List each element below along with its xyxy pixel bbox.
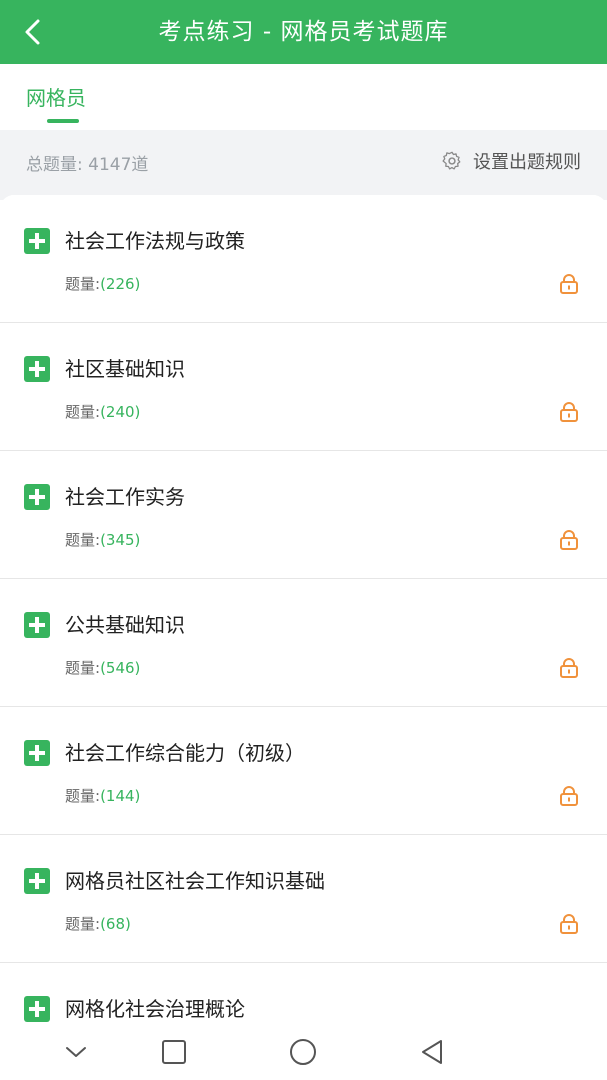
count-label: 题量: <box>65 531 101 549</box>
item-title: 网格化社会治理概论 <box>65 997 245 1021</box>
list-item[interactable]: 网格员社区社会工作知识基础 题量:(68) <box>0 835 607 963</box>
gear-icon <box>442 151 461 170</box>
plus-icon[interactable] <box>24 996 50 1022</box>
item-count: 题量:(345) <box>65 529 140 550</box>
summary-bar: 总题量: 4147道 设置出题规则 <box>0 130 607 200</box>
item-title: 公共基础知识 <box>65 613 185 637</box>
plus-icon[interactable] <box>24 740 50 766</box>
total-label: 总题量: <box>26 155 83 175</box>
plus-icon[interactable] <box>24 612 50 638</box>
count-value: (240) <box>100 403 141 421</box>
lock-icon[interactable] <box>558 529 580 551</box>
count-value: (226) <box>100 275 141 293</box>
item-title: 社区基础知识 <box>65 357 185 381</box>
app-header: 考点练习 - 网格员考试题库 <box>0 0 607 64</box>
page-title: 考点练习 - 网格员考试题库 <box>158 19 449 45</box>
tab-bar: 网格员 <box>0 64 607 168</box>
total-count: 总题量: 4147道 <box>26 150 148 175</box>
item-count: 题量:(226) <box>65 273 140 294</box>
lock-icon[interactable] <box>558 273 580 295</box>
item-count: 题量:(144) <box>65 785 140 806</box>
item-title: 社会工作实务 <box>65 485 185 509</box>
home-icon[interactable] <box>288 1037 318 1067</box>
count-label: 题量: <box>65 275 101 293</box>
lock-icon[interactable] <box>558 913 580 935</box>
tab-gridman[interactable]: 网格员 <box>26 82 86 111</box>
back-triangle-icon[interactable] <box>417 1037 447 1067</box>
lock-icon[interactable] <box>558 657 580 679</box>
plus-icon[interactable] <box>24 356 50 382</box>
count-value: (345) <box>100 531 141 549</box>
count-label: 题量: <box>65 403 101 421</box>
system-navigation-bar <box>0 1025 607 1080</box>
plus-icon[interactable] <box>24 484 50 510</box>
count-value: (68) <box>100 915 131 933</box>
count-value: (546) <box>100 659 141 677</box>
item-count: 题量:(240) <box>65 401 140 422</box>
item-count: 题量:(68) <box>65 913 131 934</box>
count-label: 题量: <box>65 659 101 677</box>
item-title: 社会工作法规与政策 <box>65 229 245 253</box>
recent-apps-icon[interactable] <box>159 1037 189 1067</box>
plus-icon[interactable] <box>24 868 50 894</box>
list-item[interactable]: 社会工作综合能力（初级） 题量:(144) <box>0 707 607 835</box>
lock-icon[interactable] <box>558 785 580 807</box>
total-value: 4147道 <box>88 155 149 175</box>
set-rules-label: 设置出题规则 <box>473 152 581 173</box>
list-item[interactable]: 公共基础知识 题量:(546) <box>0 579 607 707</box>
list-item[interactable]: 社区基础知识 题量:(240) <box>0 323 607 451</box>
item-count: 题量:(546) <box>65 657 140 678</box>
count-label: 题量: <box>65 915 101 933</box>
count-value: (144) <box>100 787 141 805</box>
set-rules-button[interactable]: 设置出题规则 <box>441 148 581 174</box>
chapter-list: 社会工作法规与政策 题量:(226) 社区基础知识 题量:(240) 社会工作实… <box>0 195 607 1035</box>
count-label: 题量: <box>65 787 101 805</box>
list-item[interactable]: 社会工作实务 题量:(345) <box>0 451 607 579</box>
lock-icon[interactable] <box>558 401 580 423</box>
item-title: 网格员社区社会工作知识基础 <box>65 869 325 893</box>
active-tab-indicator <box>47 119 79 123</box>
plus-icon[interactable] <box>24 228 50 254</box>
item-title: 社会工作综合能力（初级） <box>65 741 305 765</box>
list-item[interactable]: 社会工作法规与政策 题量:(226) <box>0 195 607 323</box>
chevron-down-icon[interactable] <box>61 1037 91 1067</box>
